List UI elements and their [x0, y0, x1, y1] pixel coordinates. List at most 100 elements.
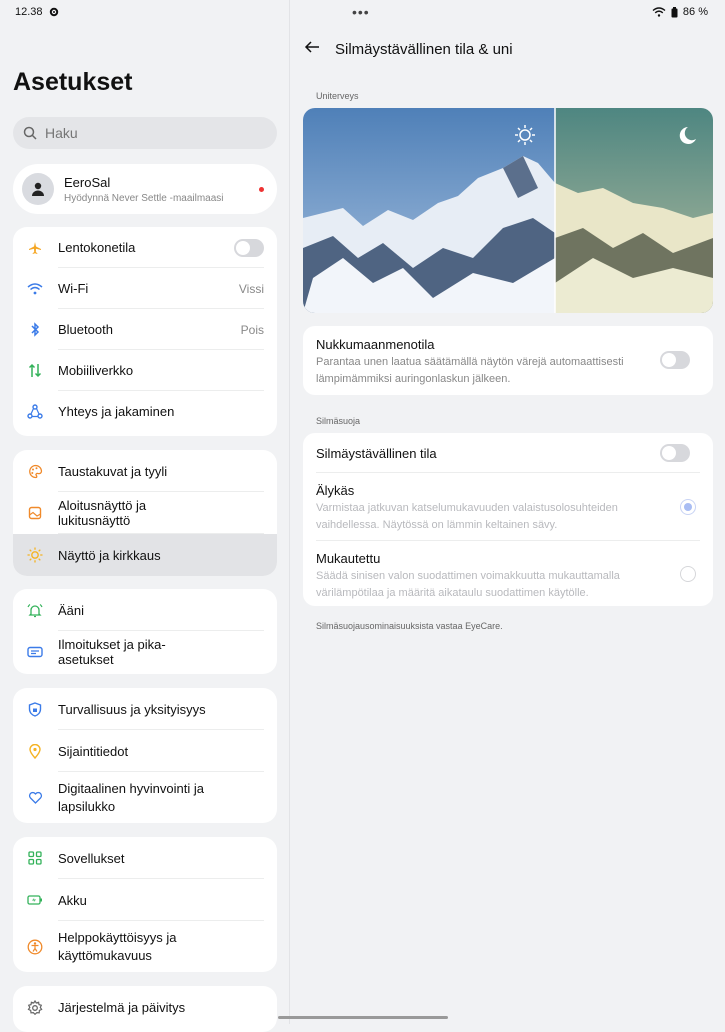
palette-icon: [27, 463, 43, 479]
sidebar-item-label: Bluetooth: [58, 322, 113, 337]
apps-group: Sovellukset Akku Helppokäyttöisyys ja kä…: [13, 837, 277, 972]
bluetooth-icon: [27, 322, 43, 338]
share-icon: [27, 404, 43, 420]
sound-notifications-group: Ääni Ilmoitukset ja pika-asetukset: [13, 589, 277, 674]
clock: 12.38: [15, 6, 43, 18]
smart-option-radio[interactable]: [680, 499, 696, 515]
wifi-status-icon: [652, 7, 666, 17]
sidebar-item-label: Wi-Fi: [58, 281, 89, 296]
sun-icon: [27, 547, 43, 563]
bluetooth-status: Pois: [240, 322, 264, 337]
search-field[interactable]: [13, 117, 277, 149]
bedtime-mode-toggle[interactable]: [660, 351, 690, 369]
sidebar-item-label: Ilmoitukset ja pika-asetukset: [58, 637, 166, 667]
bedtime-mode-card[interactable]: Nukkumaanmenotila Parantaa unen laatua s…: [303, 326, 713, 395]
mobile-data-icon: [27, 363, 43, 379]
sidebar-item-label: Akku: [58, 892, 87, 908]
detail-title: Silmäystävällinen tila & uni: [335, 41, 513, 58]
status-bar-left: 12.38: [15, 6, 59, 18]
smart-option-description: Varmistaa jatkuvan katselumukavuuden val…: [316, 502, 618, 531]
smart-option-title: Älykäs: [316, 483, 355, 498]
custom-option-row[interactable]: Mukautettu Säädä sinisen valon suodattim…: [316, 541, 700, 607]
wellbeing-icon: [27, 790, 43, 806]
settings-sidebar: 12.38 Asetukset EeroSal Hyödynnä Never S…: [0, 0, 290, 1032]
back-arrow-icon: [304, 41, 319, 53]
sidebar-item-notifications[interactable]: Ilmoitukset ja pika-asetukset: [13, 631, 277, 673]
eye-comfort-title: Silmäystävällinen tila: [316, 446, 437, 461]
sidebar-item-battery[interactable]: Akku: [13, 879, 277, 921]
search-icon: [23, 126, 37, 140]
sidebar-item-system[interactable]: Järjestelmä ja päivitys: [13, 986, 277, 1029]
smart-option-row[interactable]: Älykäs Varmistaa jatkuvan katselumukavuu…: [316, 473, 700, 541]
sidebar-item-label: Taustakuvat ja tyyli: [58, 463, 168, 479]
sidebar-item-digital-wellbeing[interactable]: Digitaalinen hyvinvointi ja lapsilukko: [13, 772, 277, 823]
back-button[interactable]: [304, 40, 320, 59]
accessibility-icon: [27, 939, 43, 955]
eye-comfort-row[interactable]: Silmäystävällinen tila: [316, 433, 700, 473]
account-card[interactable]: EeroSal Hyödynnä Never Settle -maailmaas…: [13, 164, 277, 214]
wifi-status: Vissi: [238, 281, 264, 296]
section-header-sleep: Uniterveys: [316, 91, 359, 101]
custom-option-description: Säädä sinisen valon suodattimen voimakku…: [316, 570, 620, 599]
sidebar-item-label: Sijaintitiedot: [58, 743, 129, 759]
sidebar-item-label: Aloitusnäyttö ja lukitusnäyttö: [58, 498, 147, 528]
sidebar-item-wallpapers[interactable]: Taustakuvat ja tyyli: [13, 450, 277, 492]
apps-icon: [27, 850, 43, 866]
avatar: [22, 173, 54, 205]
eyecare-footnote: Silmäsuojausominaisuuksista vastaa EyeCa…: [316, 621, 503, 631]
sidebar-item-label: Sovellukset: [58, 850, 125, 866]
home-indicator[interactable]: [278, 1016, 448, 1019]
sidebar-item-label: Näyttö ja kirkkaus: [58, 547, 161, 563]
eye-comfort-toggle[interactable]: [660, 444, 690, 462]
airplane-toggle[interactable]: [234, 238, 264, 257]
sidebar-item-wifi[interactable]: Wi-Fi Vissi: [13, 268, 277, 309]
notification-icon: [27, 644, 43, 660]
sidebar-item-security[interactable]: Turvallisuus ja yksityisyys: [13, 688, 277, 730]
eye-comfort-card: Silmäystävällinen tila Älykäs Varmistaa …: [303, 433, 713, 606]
sidebar-item-label: Mobiiliverkko: [58, 363, 134, 378]
sidebar-item-label: Yhteys ja jakaminen: [58, 404, 175, 419]
privacy-group: Turvallisuus ja yksityisyys Sijaintitied…: [13, 688, 277, 823]
multitask-handle[interactable]: •••: [352, 4, 370, 20]
airplane-icon: [27, 240, 43, 256]
notification-dot: [259, 187, 264, 192]
gear-icon: [49, 7, 58, 17]
account-name: EeroSal: [64, 175, 111, 190]
search-input[interactable]: [43, 124, 247, 142]
sidebar-item-label: Turvallisuus ja yksityisyys: [58, 701, 206, 717]
custom-option-radio[interactable]: [680, 566, 696, 582]
sidebar-item-label: Lentokonetila: [58, 240, 136, 255]
sidebar-item-airplane[interactable]: Lentokonetila: [13, 227, 277, 268]
sidebar-item-label: Digitaalinen hyvinvointi ja lapsilukko: [58, 780, 204, 814]
gear-icon: [27, 999, 43, 1016]
sidebar-item-sound[interactable]: Ääni: [13, 589, 277, 631]
sidebar-item-label: Järjestelmä ja päivitys: [58, 1000, 186, 1015]
wifi-icon: [27, 281, 43, 297]
sidebar-item-connection-sharing[interactable]: Yhteys ja jakaminen: [13, 391, 277, 432]
sidebar-item-mobile-network[interactable]: Mobiiliverkko: [13, 350, 277, 391]
sidebar-item-label: Ääni: [58, 602, 85, 618]
personalization-group: Taustakuvat ja tyyli Aloitusnäyttö ja lu…: [13, 450, 277, 576]
sidebar-item-home-lock-screen[interactable]: Aloitusnäyttö ja lukitusnäyttö: [13, 492, 277, 534]
bedtime-mode-title: Nukkumaanmenotila: [316, 337, 435, 352]
section-header-eye-protection: Silmäsuoja: [316, 416, 361, 426]
battery-percent: 86 %: [682, 6, 708, 18]
battery-status-icon: [671, 6, 678, 17]
person-icon: [32, 182, 44, 196]
bedtime-mode-description: Parantaa unen laatua säätämällä näytön v…: [316, 356, 624, 385]
sidebar-item-location[interactable]: Sijaintitiedot: [13, 730, 277, 772]
sidebar-item-bluetooth[interactable]: Bluetooth Pois: [13, 309, 277, 350]
sidebar-item-display-brightness[interactable]: Näyttö ja kirkkaus: [13, 534, 277, 576]
account-subtitle: Hyödynnä Never Settle -maailmaasi: [64, 193, 224, 204]
custom-option-title: Mukautettu: [316, 551, 381, 566]
eye-comfort-preview-image: [303, 108, 713, 313]
detail-pane: ••• 86 % Silmäystävällinen tila & uni Un…: [290, 0, 725, 1024]
status-bar-right: 86 %: [652, 6, 708, 18]
system-group: Järjestelmä ja päivitys: [13, 986, 277, 1032]
shield-icon: [27, 701, 43, 717]
bell-icon: [27, 602, 43, 618]
sidebar-item-accessibility[interactable]: Helppokäyttöisyys ja käyttömukavuus: [13, 921, 277, 972]
home-screen-icon: [27, 505, 43, 521]
connectivity-group: Lentokonetila Wi-Fi Vissi Bluetooth Pois…: [13, 227, 277, 436]
sidebar-item-apps[interactable]: Sovellukset: [13, 837, 277, 879]
